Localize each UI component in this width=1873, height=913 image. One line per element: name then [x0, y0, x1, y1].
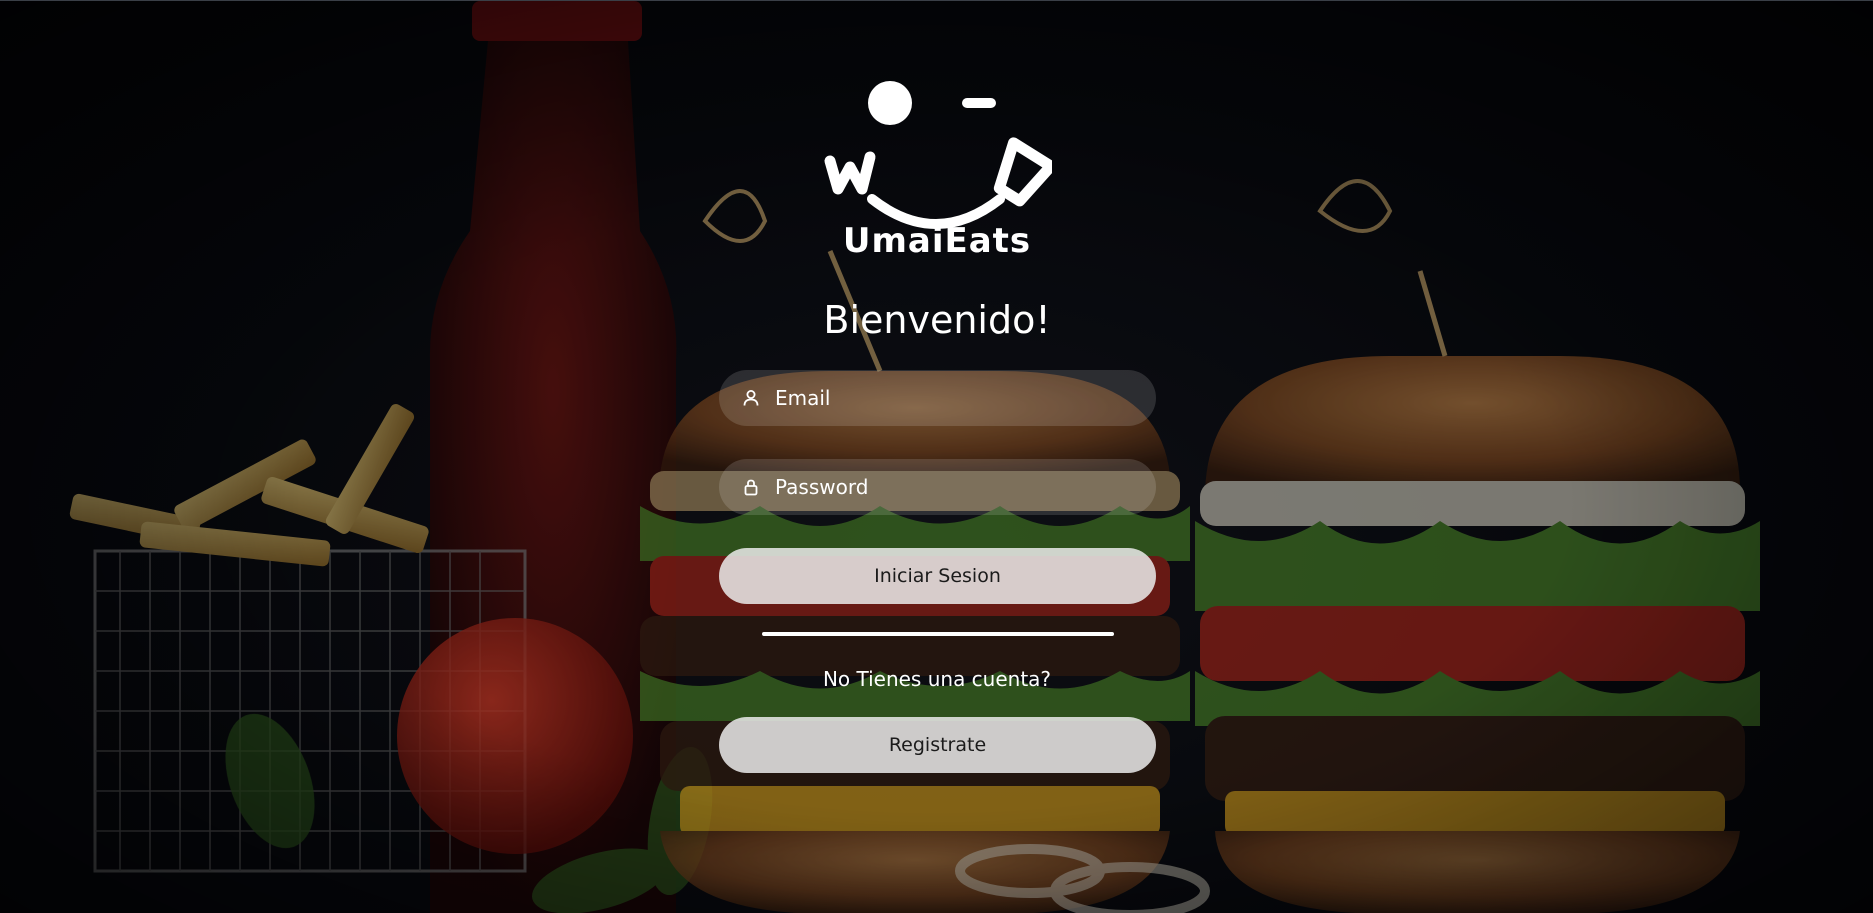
- password-placeholder: Password: [775, 475, 869, 499]
- divider: [762, 632, 1114, 636]
- login-button[interactable]: Iniciar Sesion: [719, 548, 1156, 604]
- login-page: UmaiEats Bienvenido! Email Password Inic…: [0, 0, 1873, 913]
- brand-name: UmaiEats: [842, 221, 1032, 261]
- no-account-text: No Tienes una cuenta?: [822, 667, 1052, 691]
- password-field[interactable]: Password: [719, 459, 1156, 515]
- page-title: Bienvenido!: [823, 298, 1051, 342]
- user-icon: [743, 390, 759, 406]
- email-placeholder: Email: [775, 386, 831, 410]
- email-field[interactable]: Email: [719, 370, 1156, 426]
- lock-icon: [744, 479, 758, 496]
- smiling-face-logo-icon: [824, 81, 1052, 229]
- register-button[interactable]: Registrate: [719, 717, 1156, 773]
